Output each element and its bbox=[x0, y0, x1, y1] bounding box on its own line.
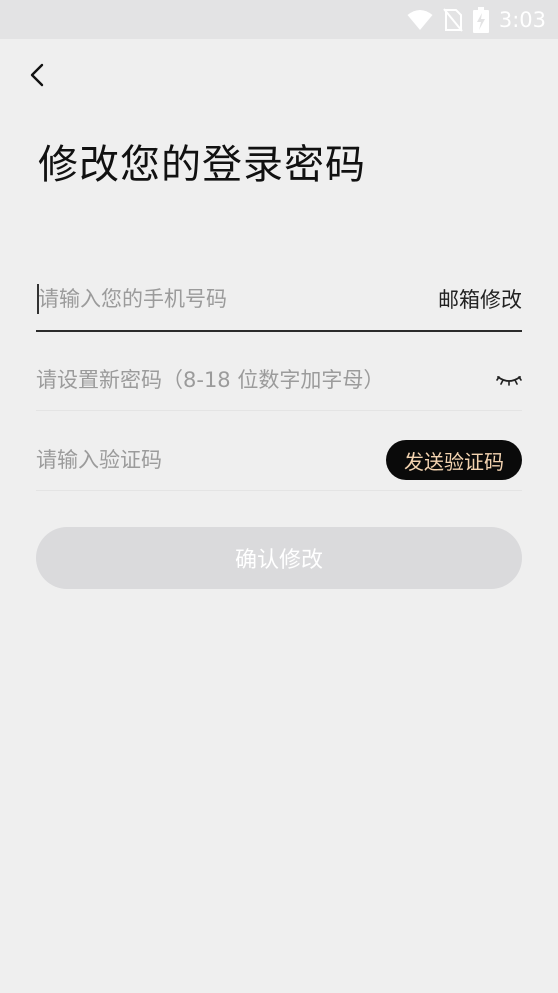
code-field-row: 发送验证码 bbox=[36, 430, 522, 491]
confirm-modify-button[interactable]: 确认修改 bbox=[36, 527, 522, 589]
phone-field-row: 邮箱修改 bbox=[36, 268, 522, 332]
status-time: 3:03 bbox=[498, 8, 546, 32]
send-code-button[interactable]: 发送验证码 bbox=[386, 440, 522, 480]
page-title: 修改您的登录密码 bbox=[38, 142, 366, 188]
no-sim-icon bbox=[443, 8, 463, 32]
email-modify-link[interactable]: 邮箱修改 bbox=[438, 284, 522, 314]
phone-input[interactable] bbox=[36, 279, 438, 319]
status-bar: 3:03 bbox=[0, 0, 558, 39]
wifi-icon bbox=[407, 10, 433, 30]
new-password-input[interactable] bbox=[36, 360, 496, 400]
battery-charging-icon bbox=[472, 7, 489, 33]
text-cursor bbox=[37, 284, 39, 314]
back-button[interactable] bbox=[24, 60, 54, 90]
verification-code-input[interactable] bbox=[36, 440, 386, 480]
password-field-row bbox=[36, 350, 522, 411]
status-icons: 3:03 bbox=[407, 6, 546, 34]
chevron-left-icon bbox=[30, 63, 44, 87]
eye-closed-icon[interactable] bbox=[496, 372, 522, 388]
